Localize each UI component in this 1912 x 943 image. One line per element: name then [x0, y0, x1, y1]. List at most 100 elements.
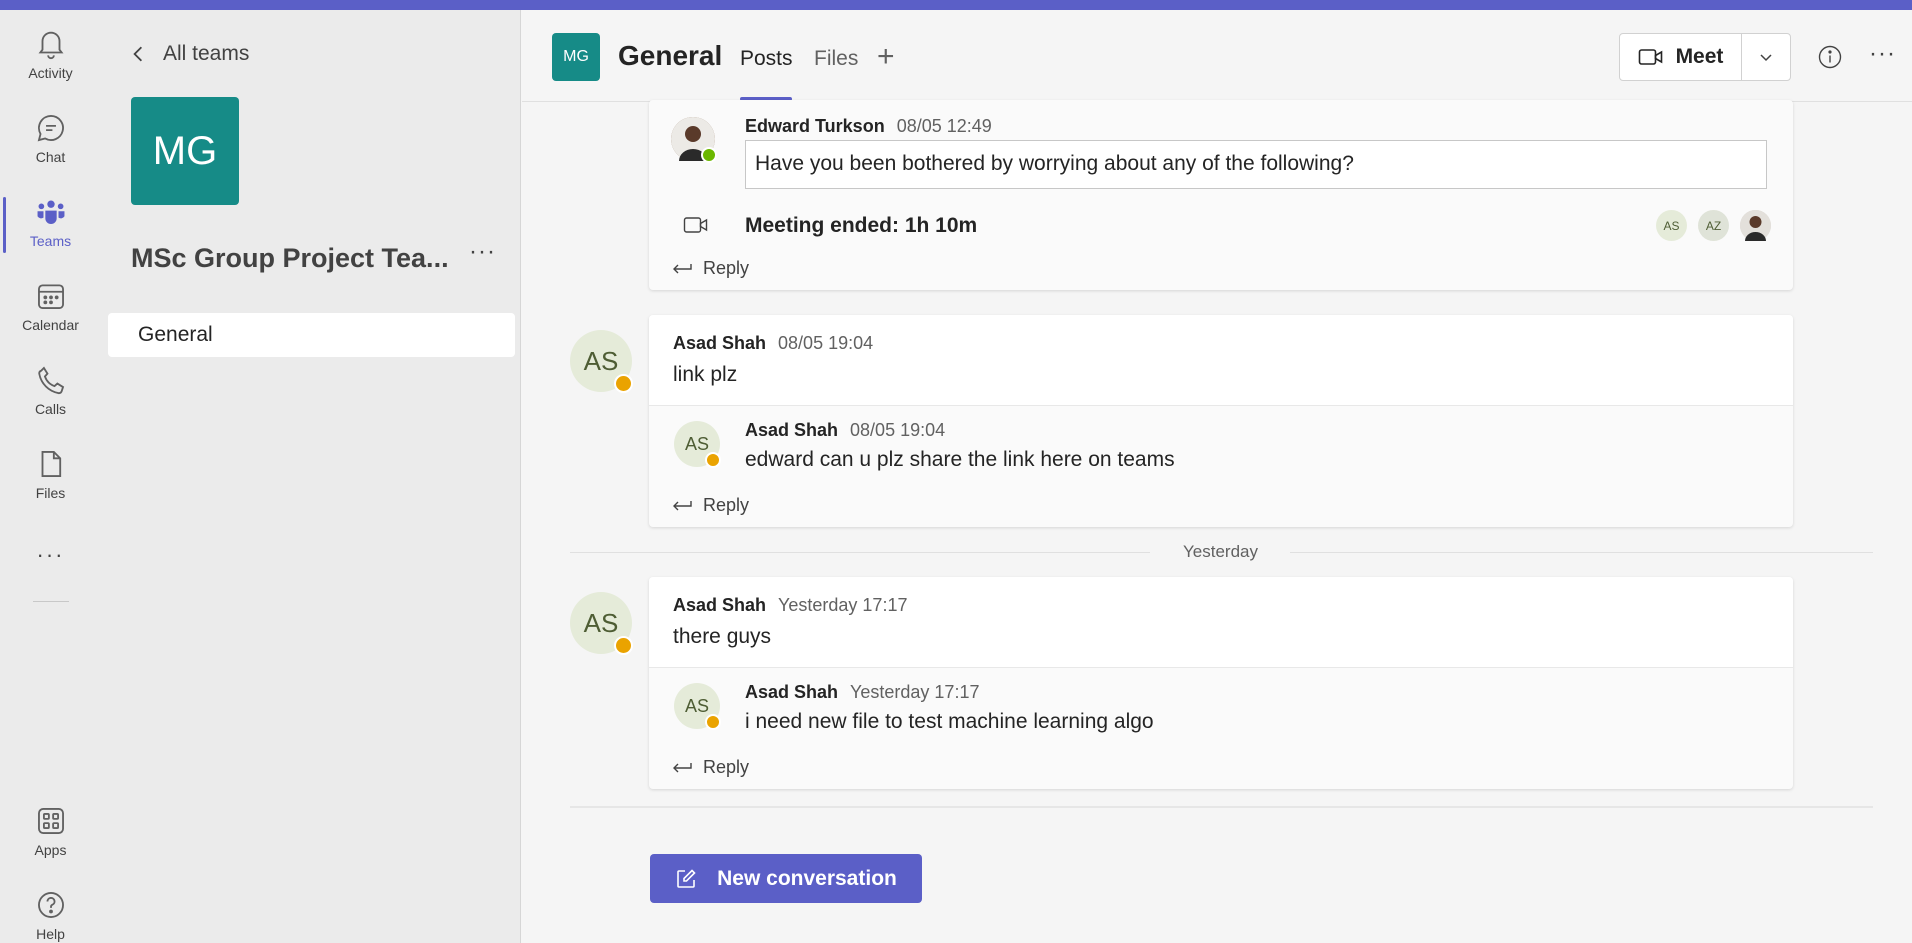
avatar [671, 117, 717, 163]
presence-away-icon [705, 452, 721, 468]
reply-button[interactable]: Reply [671, 258, 749, 279]
message-meta: Asad Shah Yesterday 17:17 [673, 595, 907, 616]
rail-calls[interactable]: Calls [0, 350, 101, 430]
file-icon [41, 451, 61, 477]
root-post: Asad Shah Yesterday 17:17 there guys [649, 577, 1793, 668]
rail-divider [33, 601, 69, 602]
channel-avatar: MG [552, 33, 600, 81]
message-author: Asad Shah [673, 333, 767, 353]
rail-label: Activity [28, 65, 73, 81]
meet-button[interactable]: Meet [1620, 34, 1742, 80]
video-camera-icon [683, 217, 708, 233]
message-text: there guys [673, 625, 772, 648]
rail-files[interactable]: Files [0, 434, 101, 514]
add-tab-button[interactable]: + [877, 40, 895, 74]
person-photo-icon [1740, 210, 1771, 241]
team-name: MSc Group Project Tea... [131, 243, 449, 273]
meet-control: Meet [1619, 33, 1791, 81]
message-meta: Edward Turkson 08/05 12:49 [745, 116, 992, 137]
presence-away-icon [614, 636, 633, 655]
message-meta: Asad Shah Yesterday 17:17 [745, 682, 979, 703]
meet-dropdown-button[interactable] [1742, 34, 1790, 80]
calendar-icon [37, 284, 64, 309]
thread-card: Asad Shah Yesterday 17:17 there guys AS A… [649, 577, 1793, 789]
meet-label: Meet [1675, 45, 1724, 68]
title-bar [0, 0, 1912, 10]
rail-calendar[interactable]: Calendar [0, 266, 101, 346]
apps-icon [37, 808, 64, 834]
rail-label: Calls [34, 401, 67, 417]
message-time: 08/05 19:04 [850, 420, 946, 440]
video-camera-icon [1638, 49, 1662, 65]
chat-icon [37, 115, 64, 142]
reply-arrow-icon [673, 263, 692, 273]
help-icon [37, 892, 64, 918]
message-time: 08/05 12:49 [896, 116, 992, 136]
reply-arrow-icon [673, 762, 692, 772]
team-panel: All teams MG MSc Group Project Tea... ··… [101, 10, 521, 943]
rail-label: Chat [35, 149, 66, 165]
message-time: Yesterday 17:17 [850, 682, 980, 702]
info-icon[interactable] [1817, 44, 1843, 70]
thread-card: Edward Turkson 08/05 12:49 Have you been … [649, 100, 1793, 290]
rail-more-button[interactable]: ··· [0, 515, 101, 595]
rail-teams[interactable]: Teams [0, 182, 101, 262]
message-author: Asad Shah [745, 682, 839, 702]
message-text: Have you been bothered by worrying about… [745, 140, 1767, 189]
reply-button[interactable]: Reply [671, 495, 749, 516]
all-teams-link[interactable]: All teams [131, 42, 249, 66]
team-more-button[interactable]: ··· [469, 238, 496, 266]
avatar: AS [674, 421, 721, 468]
participant-avatar: AZ [1698, 210, 1729, 241]
root-post: Asad Shah 08/05 19:04 link plz [649, 315, 1793, 406]
rail-help[interactable]: Help [0, 875, 101, 943]
chevron-down-icon [1760, 54, 1772, 62]
meeting-ended-text: Meeting ended: 1h 10m [745, 214, 978, 237]
reply-button[interactable]: Reply [671, 757, 749, 778]
app-rail: Activity Chat Teams Calendar Calls Files… [0, 10, 101, 943]
channel-item-general[interactable]: General [108, 313, 515, 357]
presence-available-icon [701, 147, 717, 163]
header-more-button[interactable]: ··· [1869, 42, 1896, 66]
rail-activity[interactable]: Activity [0, 14, 101, 94]
new-conversation-button[interactable]: New conversation [650, 854, 922, 903]
rail-label: Files [35, 485, 66, 501]
rail-chat[interactable]: Chat [0, 98, 101, 178]
thread-card: Asad Shah 08/05 19:04 link plz AS Asad Sh… [649, 315, 1793, 527]
reply-label: Reply [703, 495, 750, 515]
message-author: Asad Shah [673, 595, 767, 615]
avatar-initials: AS [583, 345, 619, 376]
tab-files[interactable]: Files [814, 47, 858, 71]
message-meta: Asad Shah 08/05 19:04 [673, 333, 873, 354]
date-divider: Yesterday [1183, 542, 1258, 561]
channel-title: General [618, 40, 723, 71]
avatar: AS [674, 683, 721, 730]
reply-label: Reply [703, 757, 750, 777]
date-divider-line [570, 552, 1150, 553]
rail-label: Calendar [22, 317, 79, 333]
message-meta: Asad Shah 08/05 19:04 [745, 420, 945, 441]
channel-header: MG General Posts Files + Meet ··· [522, 10, 1912, 102]
message-author: Asad Shah [745, 420, 839, 440]
participant-avatar: AS [1656, 210, 1687, 241]
bell-icon [38, 31, 63, 60]
avatar: AS [570, 330, 633, 393]
message-time: 08/05 19:04 [778, 333, 874, 353]
rail-label: Help [36, 926, 65, 942]
message-author: Edward Turkson [745, 116, 885, 136]
reply-arrow-icon [673, 500, 692, 510]
rail-apps[interactable]: Apps [0, 791, 101, 871]
compose-icon [677, 868, 696, 888]
thread-end-divider [570, 806, 1873, 808]
presence-away-icon [705, 714, 721, 730]
avatar-initials: AS [583, 607, 619, 638]
message-text: link plz [673, 363, 738, 386]
teams-icon [37, 200, 64, 225]
tab-posts[interactable]: Posts [740, 47, 793, 71]
avatar: AS [570, 592, 633, 655]
presence-away-icon [614, 374, 633, 393]
rail-label: Apps [34, 842, 67, 858]
rail-label: Teams [29, 233, 72, 249]
new-conversation-label: New conversation [717, 866, 897, 890]
message-text: edward can u plz share the link here on … [745, 448, 1175, 471]
